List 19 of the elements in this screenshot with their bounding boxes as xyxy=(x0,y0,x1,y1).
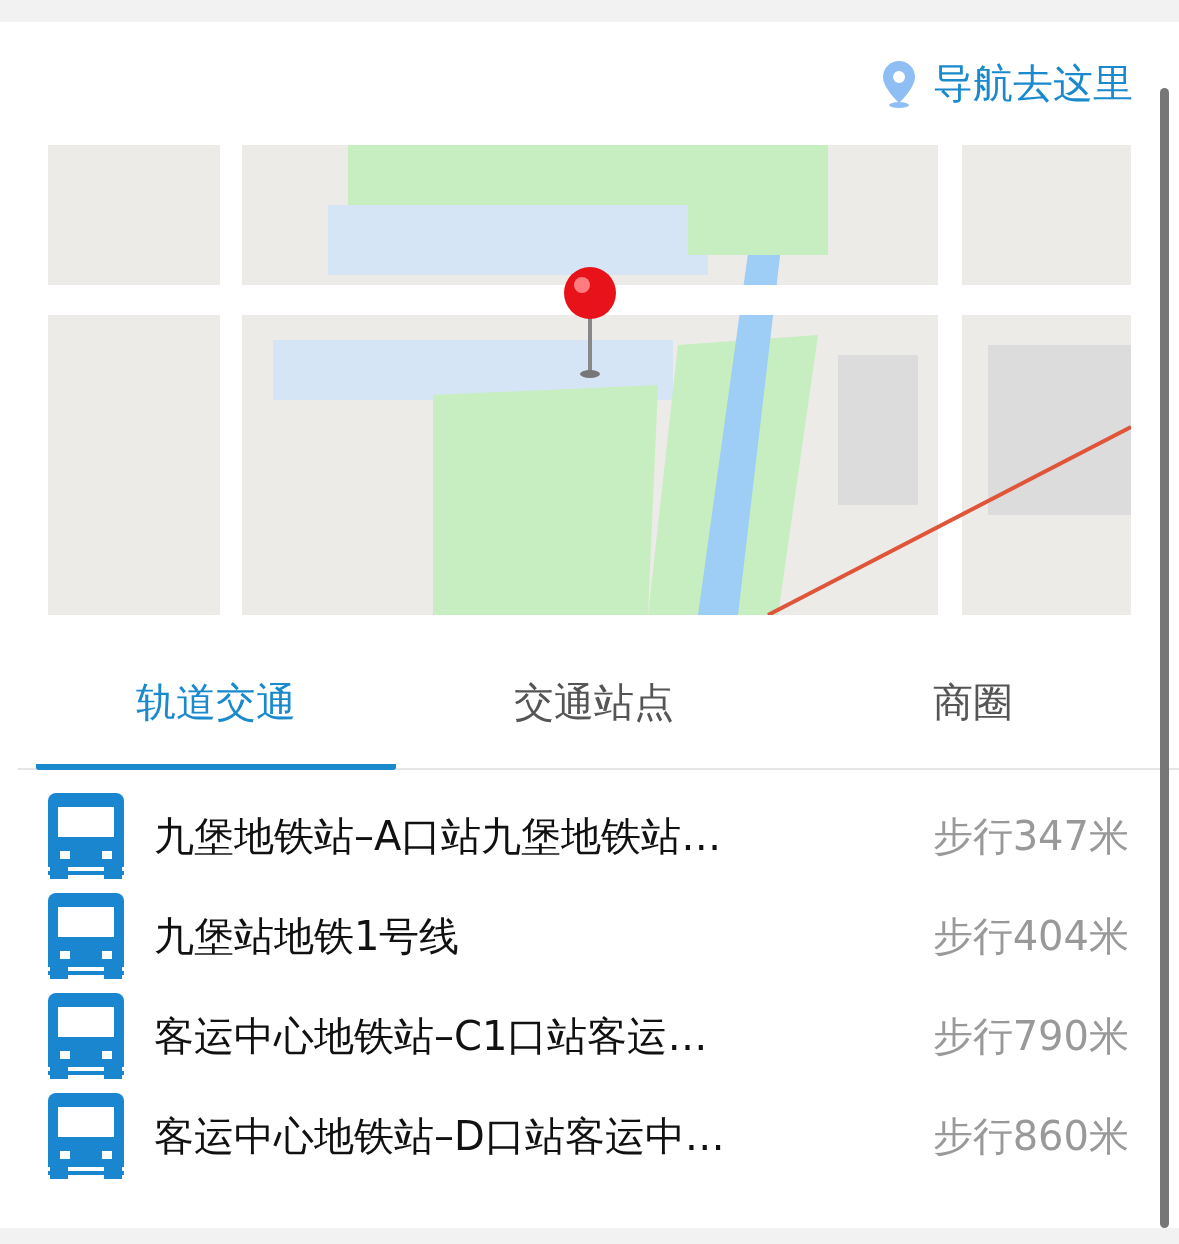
walking-distance: 步行860米 xyxy=(932,1111,1129,1161)
station-name: 九堡站地铁1号线 xyxy=(154,911,461,961)
map-pin-icon xyxy=(562,265,618,381)
train-icon xyxy=(48,793,124,879)
train-icon xyxy=(48,1093,124,1179)
scrollbar[interactable] xyxy=(1160,88,1169,1228)
train-icon xyxy=(48,893,124,979)
walking-distance: 步行790米 xyxy=(932,1011,1129,1061)
tab[interactable]: 轨道交通 xyxy=(36,640,397,770)
walking-distance: 步行404米 xyxy=(932,911,1129,961)
tab[interactable]: 商圈 xyxy=(792,640,1153,770)
station-name: 客运中心地铁站–D口站客运中… xyxy=(154,1111,726,1161)
tab[interactable]: 交通站点 xyxy=(414,640,775,770)
train-icon xyxy=(48,993,124,1079)
station-name: 客运中心地铁站–C1口站客运… xyxy=(154,1011,709,1061)
navigate-link[interactable]: 导航去这里 xyxy=(881,56,1133,111)
walking-distance: 步行347米 xyxy=(932,811,1129,861)
station-name: 九堡地铁站–A口站九堡地铁站… xyxy=(154,811,723,861)
location-pin-icon xyxy=(881,58,917,109)
